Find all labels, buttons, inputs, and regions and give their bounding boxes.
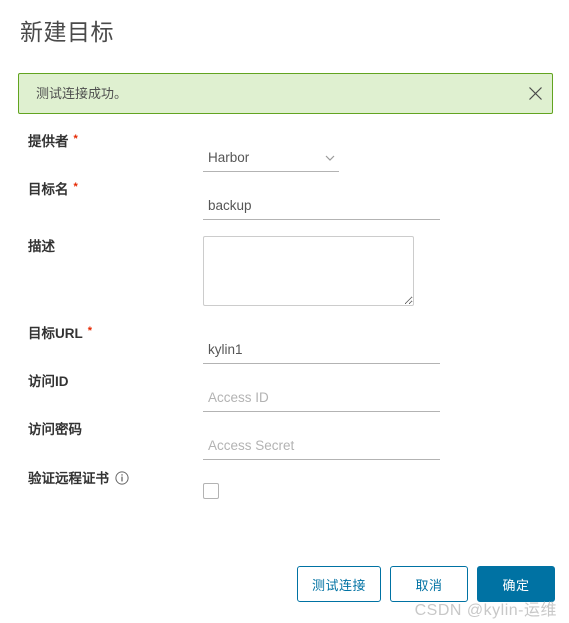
field-provider: Harbor xyxy=(203,134,339,172)
label-target-url-text: 目标URL xyxy=(28,326,83,341)
label-target-name: 目标名 * xyxy=(0,182,203,198)
description-textarea[interactable] xyxy=(203,236,414,306)
target-url-input[interactable] xyxy=(203,340,440,364)
form-row-target-name: 目标名 * xyxy=(0,182,569,230)
form-row-verify-cert: 验证远程证书 xyxy=(0,470,569,518)
label-access-secret-text: 访问密码 xyxy=(28,422,82,437)
required-asterisk: * xyxy=(87,325,93,337)
label-provider: 提供者 * xyxy=(0,134,203,150)
label-provider-text: 提供者 xyxy=(28,134,69,149)
label-description: 描述 xyxy=(0,230,203,255)
success-alert: 测试连接成功。 xyxy=(18,73,553,114)
label-verify-cert-text: 验证远程证书 xyxy=(28,471,109,486)
form-row-access-id: 访问ID xyxy=(0,374,569,422)
form-row-target-url: 目标URL * xyxy=(0,326,569,374)
label-description-text: 描述 xyxy=(28,239,55,254)
field-access-id xyxy=(203,374,440,412)
label-access-id: 访问ID xyxy=(0,374,203,390)
form-row-access-secret: 访问密码 xyxy=(0,422,569,470)
field-access-secret xyxy=(203,422,440,460)
access-secret-input[interactable] xyxy=(203,436,440,460)
required-asterisk: * xyxy=(73,181,78,193)
access-id-input[interactable] xyxy=(203,388,440,412)
form-row-description: 描述 xyxy=(0,230,569,326)
cancel-button[interactable]: 取消 xyxy=(390,566,468,602)
field-target-name xyxy=(203,182,440,220)
test-connection-button[interactable]: 测试连接 xyxy=(296,566,381,602)
dialog-button-bar: 测试连接 取消 确定 xyxy=(0,566,569,602)
page-title: 新建目标 xyxy=(20,19,114,45)
verify-cert-checkbox[interactable] xyxy=(203,483,219,499)
label-verify-cert: 验证远程证书 xyxy=(0,470,203,488)
field-target-url xyxy=(203,326,440,364)
target-form: 提供者 * Harbor 目标名 * 描述 xyxy=(0,134,569,518)
close-icon xyxy=(528,87,542,100)
label-access-secret: 访问密码 xyxy=(0,422,203,438)
label-target-url: 目标URL * xyxy=(0,326,203,342)
field-verify-cert xyxy=(203,470,219,499)
form-row-provider: 提供者 * Harbor xyxy=(0,134,569,182)
label-access-id-text: 访问ID xyxy=(28,374,69,389)
field-description xyxy=(203,230,414,311)
alert-message: 测试连接成功。 xyxy=(36,85,128,101)
alert-close-button[interactable] xyxy=(518,74,552,113)
label-target-name-text: 目标名 xyxy=(28,182,69,197)
confirm-button[interactable]: 确定 xyxy=(477,566,555,602)
target-name-input[interactable] xyxy=(203,196,440,220)
provider-select[interactable]: Harbor xyxy=(203,148,339,172)
required-asterisk: * xyxy=(73,133,78,145)
info-circle-icon[interactable] xyxy=(115,471,129,489)
